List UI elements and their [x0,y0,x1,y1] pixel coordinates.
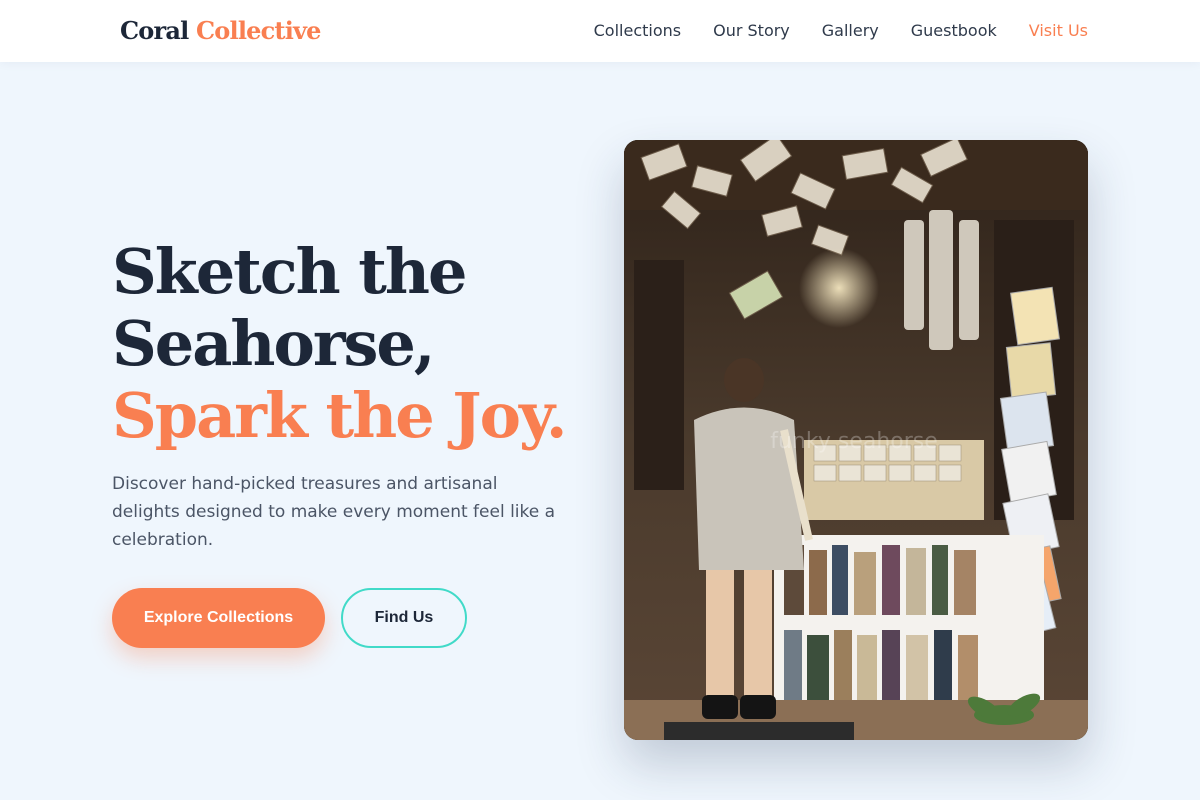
hero-headline: Sketch the Seahorse, Spark the Joy. [112,236,602,452]
hero-photo: funky seahorse [624,140,1088,740]
brand-name-part1: Coral [120,16,189,45]
find-us-button[interactable]: Find Us [341,588,467,648]
nav-link-guestbook[interactable]: Guestbook [911,21,997,40]
explore-collections-button[interactable]: Explore Collections [112,588,325,648]
brand-name-part2: Collective [196,16,321,45]
hero-section: Sketch the Seahorse, Spark the Joy. Disc… [112,236,602,554]
nav-link-collections[interactable]: Collections [594,21,681,40]
nav-link-gallery[interactable]: Gallery [822,21,879,40]
headline-accent-line: Spark the Joy. [112,379,567,452]
hero-description: Discover hand-picked treasures and artis… [112,474,556,550]
brand-logo[interactable]: Coral Collective [120,16,321,45]
bookshop-scene-illustration: funky seahorse [624,140,1088,740]
top-navbar: Coral Collective Collections Our Story G… [0,0,1200,62]
main-nav: Collections Our Story Gallery Guestbook … [594,21,1088,40]
headline-line-1: Sketch the [112,235,467,308]
nav-link-our-story[interactable]: Our Story [713,21,790,40]
headline-line-2: Seahorse, [112,307,435,380]
nav-link-visit-us[interactable]: Visit Us [1029,21,1088,40]
image-watermark: funky seahorse [770,429,938,454]
